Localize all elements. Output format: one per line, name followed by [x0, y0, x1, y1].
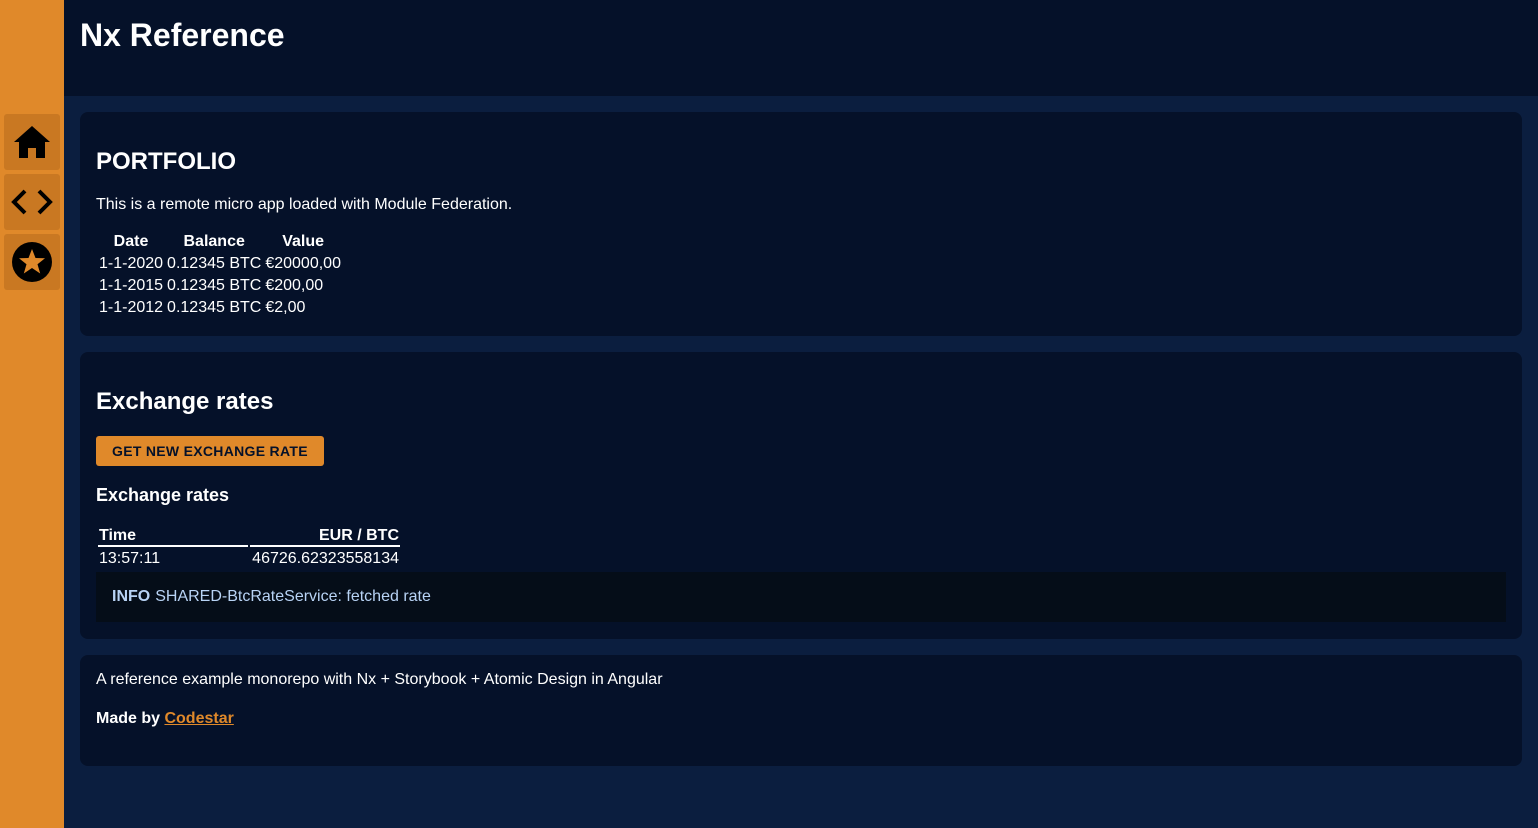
made-by-label: Made by	[96, 710, 161, 727]
log-message: INFO SHARED-BtcRateService: fetched rate	[96, 572, 1506, 622]
nav-home-button[interactable]	[4, 114, 60, 170]
exchange-table: Time EUR / BTC 13:57:11 46726.6232355813…	[96, 524, 402, 571]
sidebar	[0, 0, 64, 828]
cell-time: 13:57:11	[99, 550, 161, 567]
cell-rate: 46726.62323558134	[252, 550, 399, 567]
column-header-eur-btc: EUR / BTC	[250, 526, 400, 547]
column-header-date: Date	[113, 233, 149, 250]
portfolio-card: PORTFOLIO This is a remote micro app loa…	[80, 112, 1522, 336]
code-icon	[11, 189, 53, 215]
codestar-link[interactable]: Codestar	[164, 710, 233, 727]
star-icon	[12, 242, 52, 282]
footer-card: A reference example monorepo with Nx + S…	[80, 655, 1522, 766]
cell-date: 1-1-2012	[99, 299, 164, 316]
cell-value: €2,00	[265, 299, 306, 316]
column-header-balance: Balance	[183, 233, 245, 250]
exchange-title: Exchange rates	[96, 388, 274, 415]
footer-description: A reference example monorepo with Nx + S…	[96, 671, 663, 688]
cell-balance: 0.12345 BTC	[167, 299, 262, 316]
portfolio-title: PORTFOLIO	[96, 148, 236, 175]
home-icon	[14, 126, 50, 158]
table-header-row: Time EUR / BTC	[98, 526, 400, 547]
get-new-exchange-rate-button[interactable]: GET NEW EXCHANGE RATE	[96, 436, 324, 466]
cell-balance: 0.12345 BTC	[167, 255, 262, 272]
column-header-value: Value	[282, 233, 325, 250]
app-header: Nx Reference	[64, 0, 1538, 96]
log-level: INFO	[112, 588, 151, 605]
table-row: 1-1-2012 0.12345 BTC €2,00	[98, 298, 342, 318]
table-row: 13:57:11 46726.62323558134	[98, 549, 400, 569]
exchange-card: Exchange rates GET NEW EXCHANGE RATE Exc…	[80, 352, 1522, 639]
nav-star-button[interactable]	[4, 234, 60, 290]
log-text: SHARED-BtcRateService: fetched rate	[155, 588, 431, 605]
portfolio-table: Date Balance Value 1-1-2020 0.12345 BTC …	[96, 230, 344, 320]
nav-code-button[interactable]	[4, 174, 60, 230]
cell-balance: 0.12345 BTC	[167, 277, 262, 294]
table-row: 1-1-2020 0.12345 BTC €20000,00	[98, 254, 342, 274]
app-title: Nx Reference	[80, 17, 285, 53]
portfolio-description: This is a remote micro app loaded with M…	[96, 196, 513, 213]
cell-value: €200,00	[265, 277, 324, 294]
cell-date: 1-1-2015	[99, 277, 164, 294]
exchange-subtitle: Exchange rates	[96, 485, 230, 505]
cell-value: €20000,00	[265, 255, 341, 272]
made-by: Made by Codestar	[96, 710, 234, 728]
table-header-row: Date Balance Value	[98, 232, 342, 252]
column-header-time: Time	[98, 526, 248, 547]
cell-date: 1-1-2020	[99, 255, 164, 272]
table-row: 1-1-2015 0.12345 BTC €200,00	[98, 276, 342, 296]
